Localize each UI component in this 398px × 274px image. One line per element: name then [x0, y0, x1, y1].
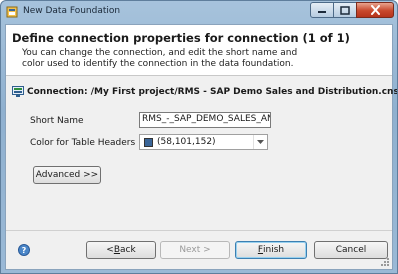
svg-text:?: ?	[22, 246, 27, 255]
color-label: Color for Table Headers	[30, 138, 136, 148]
finish-button-rest: inish	[263, 245, 285, 255]
advanced-button[interactable]: Advanced >>	[33, 166, 101, 184]
window-title: New Data Foundation	[23, 6, 121, 16]
title-bar[interactable]: New Data Foundation	[1, 1, 397, 23]
maximize-icon	[340, 5, 350, 15]
back-button-rest: ack	[120, 245, 136, 255]
minimize-button[interactable]	[310, 2, 334, 18]
dialog-content: Define connection properties for connect…	[5, 24, 397, 270]
maximize-button[interactable]	[333, 2, 357, 18]
connection-icon	[12, 86, 24, 97]
short-name-label: Short Name	[30, 116, 84, 126]
cancel-button[interactable]: Cancel	[314, 241, 388, 259]
page-title: Define connection properties for connect…	[12, 31, 350, 45]
short-name-input[interactable]: RMS_-_SAP_DEMO_SALES_AN	[139, 112, 271, 128]
finish-button[interactable]: Finish	[235, 241, 307, 259]
connection-label: Connection: /My First project/RMS - SAP …	[27, 86, 398, 97]
chevron-down-icon[interactable]	[253, 135, 267, 149]
next-button[interactable]: Next >	[160, 241, 230, 259]
dialog-window: New Data Foundation Define connection pr…	[0, 0, 398, 274]
help-icon[interactable]: ?	[18, 244, 30, 256]
close-button[interactable]	[356, 2, 394, 18]
close-icon	[370, 5, 380, 15]
minimize-icon	[318, 11, 326, 13]
resize-grip[interactable]	[380, 257, 390, 267]
connection-row: Connection: /My First project/RMS - SAP …	[12, 86, 398, 97]
color-value: (58,101,152)	[157, 137, 216, 147]
wizard-header: Define connection properties for connect…	[6, 25, 392, 76]
data-foundation-icon	[6, 6, 18, 18]
color-swatch	[144, 137, 153, 147]
footer-divider	[6, 230, 392, 231]
color-select[interactable]: (58,101,152)	[139, 134, 268, 150]
page-description: You can change the connection, and edit …	[22, 48, 298, 69]
back-button-prefix: <	[106, 245, 114, 255]
back-button[interactable]: < Back	[86, 241, 156, 259]
